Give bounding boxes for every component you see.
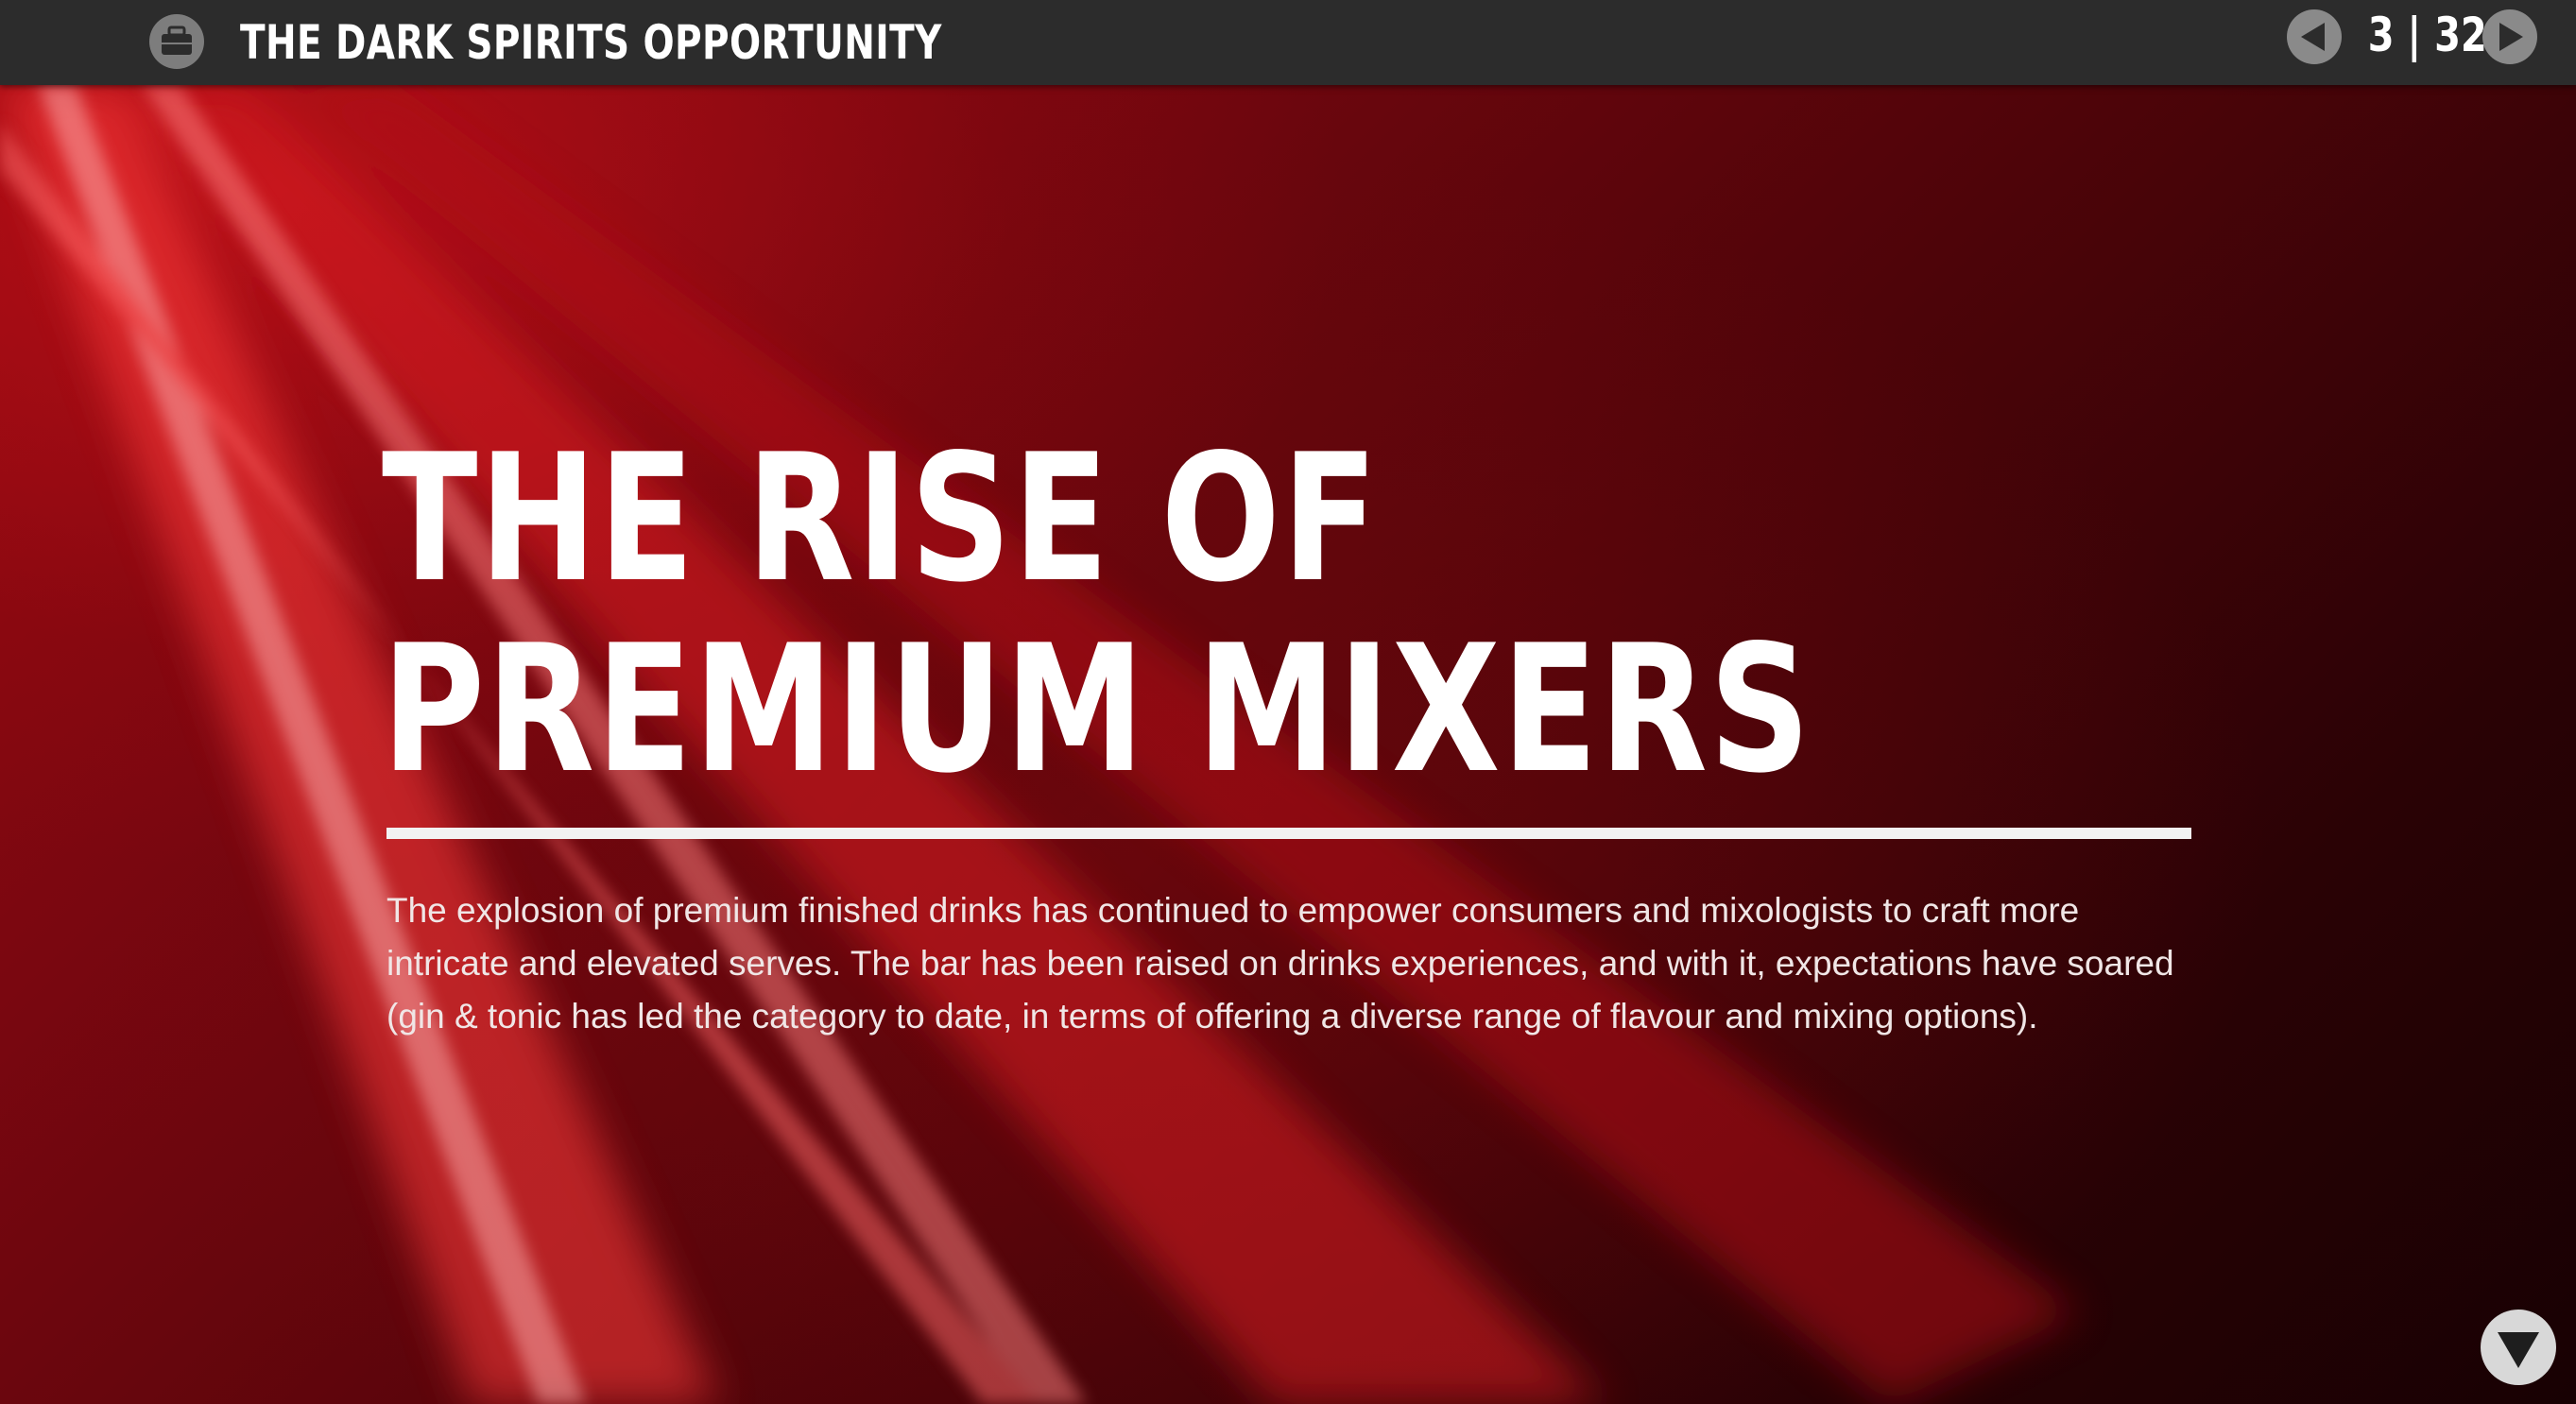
presentation-title: THE DARK SPIRITS OPPORTUNITY (240, 15, 942, 70)
slide-headline: THE RISE OF PREMIUM MIXERS (382, 423, 1818, 805)
slide-page: THE DARK SPIRITS OPPORTUNITY 3 | 32 THE … (0, 0, 2576, 1404)
briefcase-icon (162, 26, 192, 55)
triangle-right-icon (2499, 23, 2523, 51)
page-separator: | (2407, 8, 2422, 62)
page-total: 32 (2434, 8, 2487, 62)
headline-line-2: PREMIUM MIXERS (382, 607, 1812, 812)
page-counter: 3 | 32 (2353, 4, 2487, 66)
headline-divider (386, 828, 2191, 839)
slide-body-text: The explosion of premium finished drinks… (386, 891, 2174, 1036)
triangle-down-icon (2498, 1332, 2539, 1368)
top-bar: THE DARK SPIRITS OPPORTUNITY 3 | 32 (0, 0, 2576, 85)
previous-page-button[interactable] (2287, 9, 2342, 64)
page-current: 3 (2367, 8, 2395, 62)
menu-button[interactable] (149, 14, 204, 69)
next-page-button[interactable] (2482, 9, 2537, 64)
triangle-left-icon (2301, 23, 2325, 51)
headline-line-1: THE RISE OF (382, 416, 1380, 621)
scroll-down-button[interactable] (2481, 1310, 2556, 1385)
